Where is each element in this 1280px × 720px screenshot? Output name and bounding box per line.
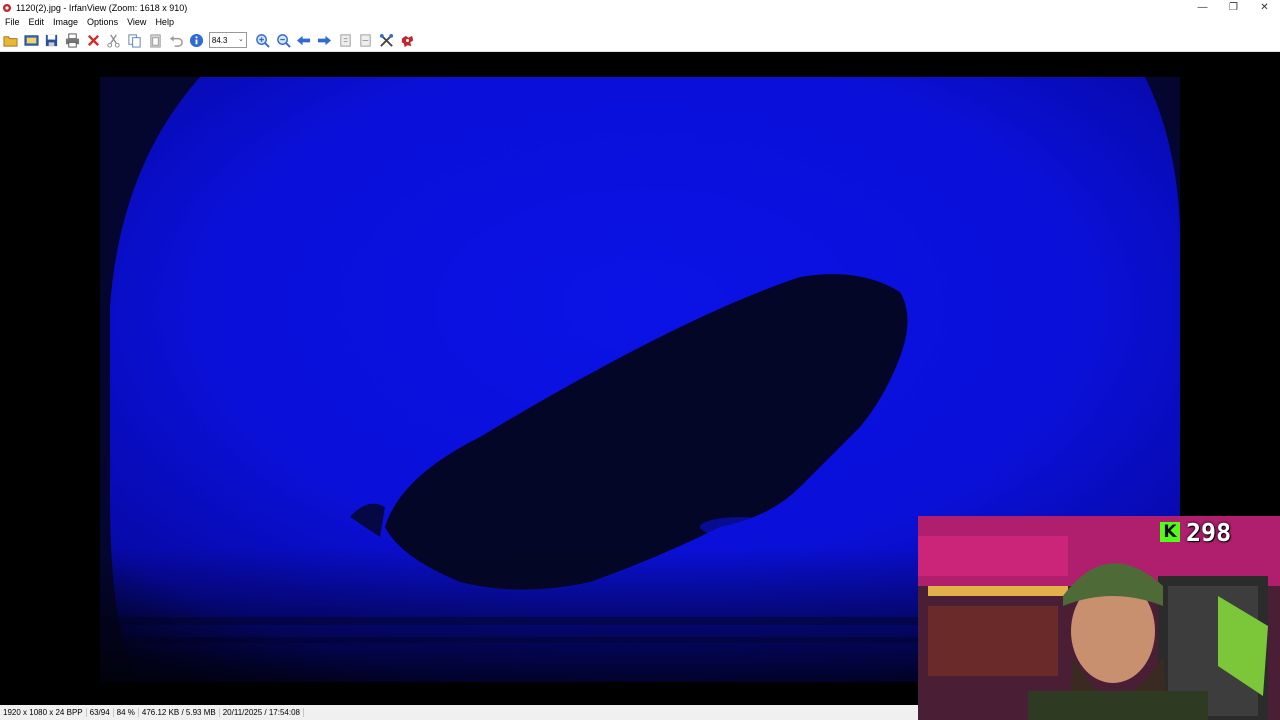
- kick-logo-icon: K: [1160, 522, 1180, 542]
- delete-icon: [87, 34, 99, 46]
- chevron-down-icon: ⌄: [238, 36, 244, 43]
- menu-bar: File Edit Image Options View Help: [0, 15, 1280, 29]
- viewer-count: 298: [1186, 517, 1232, 547]
- next-button[interactable]: [316, 32, 333, 49]
- minimize-button[interactable]: —: [1187, 0, 1218, 15]
- move-page-button[interactable]: [357, 32, 374, 49]
- copy-page-icon: [339, 33, 351, 47]
- save-button[interactable]: [43, 32, 60, 49]
- copy-icon: [128, 33, 141, 48]
- thumbnails-icon: [24, 34, 39, 46]
- open-button[interactable]: [2, 32, 19, 49]
- menu-edit[interactable]: Edit: [29, 17, 45, 27]
- irfanview-icon: [401, 35, 413, 47]
- next-icon: [317, 35, 331, 45]
- print-button[interactable]: [64, 32, 81, 49]
- info-icon: [190, 33, 204, 47]
- status-filesize: 476.12 KB / 5.93 MB: [139, 708, 220, 717]
- status-zoom: 84 %: [114, 708, 139, 717]
- previous-icon: [297, 35, 311, 45]
- restore-button[interactable]: ❐: [1218, 0, 1249, 15]
- thumbnails-button[interactable]: [23, 32, 40, 49]
- paste-button[interactable]: [147, 32, 164, 49]
- zoom-in-icon: [256, 33, 270, 48]
- zoom-in-button[interactable]: [254, 32, 271, 49]
- open-icon: [3, 35, 18, 47]
- menu-file[interactable]: File: [5, 17, 20, 27]
- menu-view[interactable]: View: [127, 17, 146, 27]
- status-index: 63/94: [87, 708, 114, 717]
- cut-icon: [107, 34, 121, 48]
- zoom-out-button[interactable]: [275, 32, 292, 49]
- zoom-combobox[interactable]: 84.3 ⌄: [208, 32, 247, 48]
- zoom-out-icon: [276, 33, 291, 48]
- delete-button[interactable]: [85, 32, 102, 49]
- undo-button[interactable]: [168, 32, 185, 49]
- undo-icon: [169, 35, 183, 47]
- zoom-value: 84.3: [211, 35, 228, 45]
- menu-image[interactable]: Image: [53, 17, 78, 27]
- status-resolution: 1920 x 1080 x 24 BPP: [0, 708, 87, 717]
- copy-page-button[interactable]: [337, 32, 354, 49]
- kick-viewer-badge: K 298: [1160, 517, 1231, 547]
- print-icon: [66, 32, 80, 48]
- window-title: 1120(2).jpg - IrfanView (Zoom: 1618 x 91…: [16, 2, 188, 13]
- window-controls: — ❐ ✕: [1187, 0, 1280, 15]
- status-datetime: 20/11/2025 / 17:54:08: [220, 708, 304, 717]
- about-button[interactable]: [399, 32, 416, 49]
- title-bar: 1120(2).jpg - IrfanView (Zoom: 1618 x 91…: [0, 0, 1280, 15]
- cut-button[interactable]: [105, 32, 122, 49]
- info-button[interactable]: [188, 32, 205, 49]
- properties-icon: [379, 33, 394, 47]
- properties-button[interactable]: [378, 32, 395, 49]
- move-page-icon: [360, 33, 371, 47]
- copy-button[interactable]: [126, 32, 143, 49]
- irfanview-app-icon: [3, 3, 11, 12]
- save-icon: [46, 34, 58, 46]
- paste-icon: [150, 33, 161, 48]
- toolbar: 84.3 ⌄: [0, 29, 1280, 52]
- previous-button[interactable]: [295, 32, 312, 49]
- status-bar: 1920 x 1080 x 24 BPP 63/94 84 % 476.12 K…: [0, 705, 918, 720]
- menu-help[interactable]: Help: [155, 17, 174, 27]
- menu-options[interactable]: Options: [87, 17, 118, 27]
- close-button[interactable]: ✕: [1249, 0, 1280, 15]
